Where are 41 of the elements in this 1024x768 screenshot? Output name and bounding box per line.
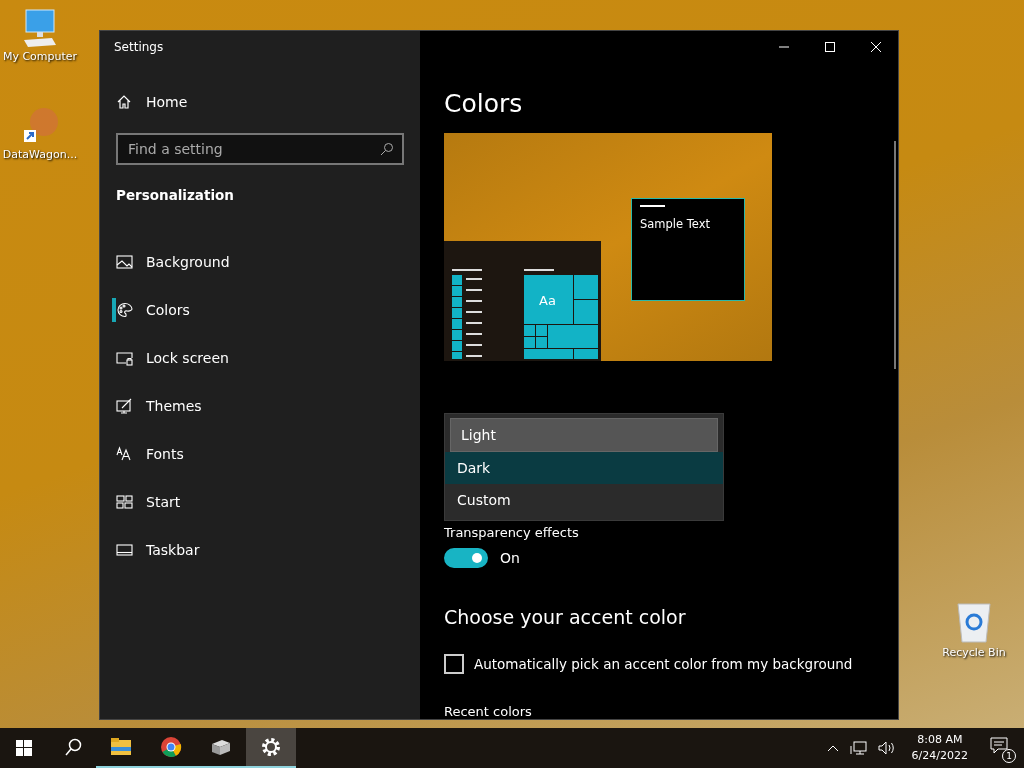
network-icon[interactable] <box>849 740 868 756</box>
sidebar-item[interactable]: Taskbar <box>116 526 404 574</box>
search-icon <box>380 142 394 156</box>
maximize-icon[interactable] <box>824 41 836 53</box>
transparency-label: Transparency effects <box>444 525 580 540</box>
toggle-state: On <box>500 550 520 566</box>
close-icon[interactable] <box>870 41 882 53</box>
window-title: Settings <box>114 40 165 54</box>
page-title: Colors <box>444 89 524 118</box>
sidebar-item[interactable]: Background <box>116 238 404 286</box>
home-link[interactable]: Home <box>116 94 404 110</box>
section-heading: Personalization <box>116 187 235 203</box>
dropdown-option[interactable]: Light <box>450 418 718 452</box>
tile-label: Aa <box>539 293 556 308</box>
clock[interactable]: 8:08 AM 6/24/2022 <box>905 732 974 764</box>
section-heading: Choose your accent color <box>444 606 687 628</box>
dropdown-option[interactable]: Dark <box>445 452 723 484</box>
recycle-bin-icon[interactable] <box>954 600 994 644</box>
notification-count: 1 <box>1002 749 1016 763</box>
sample-text: Sample Text <box>640 217 712 231</box>
themes-icon <box>116 398 134 414</box>
computer-icon[interactable] <box>22 8 58 48</box>
checkbox-label: Automatically pick an accent color from my background <box>474 656 853 672</box>
sidebar-item[interactable]: Colors <box>116 286 404 334</box>
recent-colors-label: Recent colors <box>444 704 533 719</box>
sidebar-item[interactable]: Lock screen <box>116 334 404 382</box>
volume-icon[interactable] <box>877 740 896 756</box>
home-icon <box>116 94 132 110</box>
lock-screen-icon <box>116 350 134 366</box>
taskbar-icon <box>116 542 134 558</box>
sidebar-item[interactable]: Themes <box>116 382 404 430</box>
sidebar-item[interactable]: Start <box>116 478 404 526</box>
sidebar-item[interactable]: Fonts <box>116 430 404 478</box>
search-field[interactable]: Find a setting <box>116 133 404 165</box>
toggle-switch[interactable] <box>444 548 488 568</box>
palette-icon <box>116 302 134 318</box>
tiles-icon <box>116 494 134 510</box>
dropdown-option[interactable]: Custom <box>445 484 723 516</box>
settings-icon[interactable] <box>246 728 296 768</box>
checkbox[interactable] <box>444 654 464 674</box>
picture-icon <box>116 254 134 270</box>
